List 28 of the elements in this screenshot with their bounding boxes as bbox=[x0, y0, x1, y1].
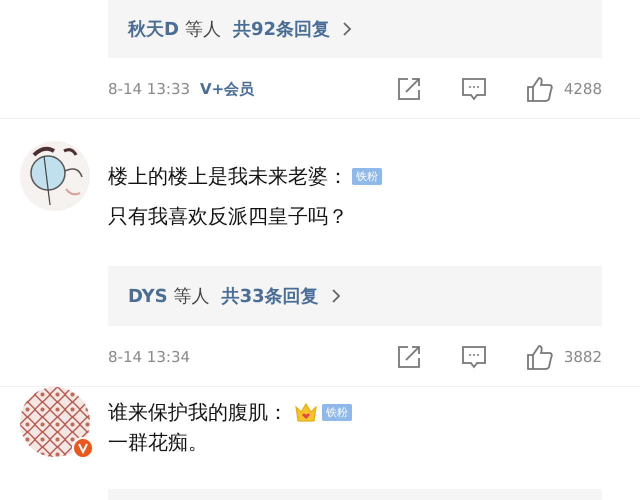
like-count: 3882 bbox=[564, 348, 602, 366]
fan-badge: 铁粉 bbox=[352, 168, 382, 184]
comment-text: 只有我喜欢反派四皇子吗？ bbox=[108, 204, 349, 228]
like-count: 4288 bbox=[564, 80, 602, 98]
replies-box[interactable]: DYS 等人 共33条回复 bbox=[108, 266, 602, 326]
chevron-icon bbox=[342, 21, 352, 37]
comment-author[interactable]: 楼上的楼上是我未来老婆： bbox=[108, 162, 348, 190]
reply-count: 共33条回复 bbox=[222, 285, 319, 308]
member-label: V+会员 bbox=[200, 80, 254, 98]
reply-suffix: 等人 bbox=[174, 285, 210, 308]
thumbs-up-icon[interactable] bbox=[526, 343, 554, 371]
chevron-icon bbox=[330, 288, 341, 304]
share-icon[interactable] bbox=[396, 344, 422, 370]
thumbs-up-icon[interactable] bbox=[526, 75, 554, 103]
avatar[interactable] bbox=[20, 141, 90, 211]
reply-authors: 秋天D bbox=[128, 18, 179, 41]
reply-count: 共92条回复 bbox=[232, 18, 330, 41]
share-icon[interactable] bbox=[396, 76, 422, 102]
comment-time: 8-14 13:33 bbox=[108, 80, 190, 98]
comment-text: 一群花痴。 bbox=[108, 430, 209, 454]
comment-time: 8-14 13:34 bbox=[108, 348, 190, 366]
comment-icon[interactable] bbox=[460, 344, 488, 370]
comment-author[interactable]: 谁来保护我的腹肌： bbox=[108, 398, 288, 426]
reply-authors: DYS bbox=[128, 286, 168, 306]
comment-icon[interactable] bbox=[460, 76, 488, 102]
replies-box[interactable]: 秋天D 等人 共92条回复 bbox=[108, 0, 602, 58]
fan-badge: 铁粉 bbox=[322, 404, 352, 420]
reply-suffix: 等人 bbox=[184, 18, 221, 41]
